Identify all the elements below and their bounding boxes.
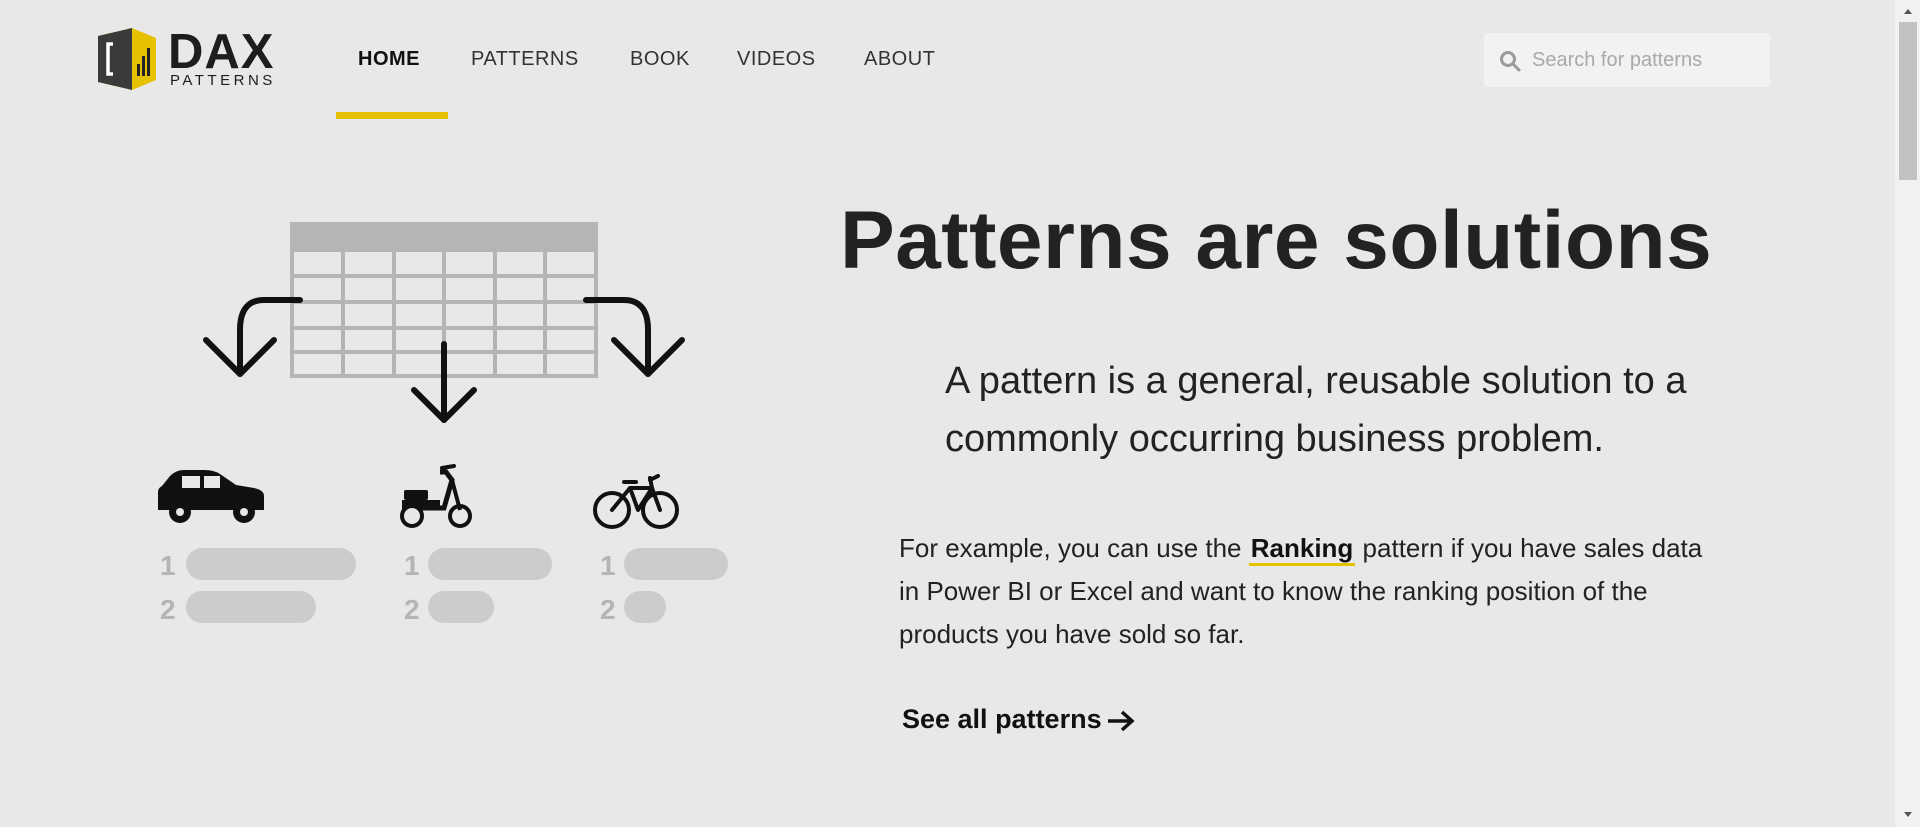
arrow-right-icon: [1107, 710, 1135, 732]
rank-2-label: 2: [160, 594, 176, 625]
search-icon: [1500, 51, 1521, 72]
scroll-down-arrow-icon[interactable]: [1899, 808, 1917, 822]
cta-label: See all patterns: [902, 704, 1102, 734]
ranking-link[interactable]: Ranking: [1248, 533, 1356, 566]
example-paragraph: For example, you can use the Ranking pat…: [899, 527, 1719, 656]
nav-about[interactable]: ABOUT: [864, 48, 935, 71]
see-all-patterns-link[interactable]: See all patterns: [902, 704, 1136, 735]
scroll-up-arrow-icon[interactable]: [1899, 4, 1917, 18]
rank-1-label: 1: [160, 550, 176, 581]
car-icon: [158, 470, 264, 523]
rank-bar: [428, 591, 494, 623]
rank-bar: [428, 548, 552, 580]
rank-bar: [186, 548, 356, 580]
rank-2-label: 2: [600, 594, 616, 625]
logo-cube-icon: [98, 28, 156, 90]
lead-paragraph: A pattern is a general, reusable solutio…: [945, 360, 1687, 460]
nav-book[interactable]: BOOK: [630, 48, 690, 71]
logo-title: DAX: [168, 25, 275, 79]
search-input[interactable]: [1532, 33, 1760, 87]
nav-patterns[interactable]: PATTERNS: [471, 48, 579, 71]
rank-bar: [624, 591, 666, 623]
bicycle-icon: [593, 474, 679, 529]
active-nav-indicator: [336, 112, 448, 119]
rank-1-label: 1: [600, 550, 616, 581]
rank-2-label: 2: [404, 594, 420, 625]
search-box[interactable]: [1484, 33, 1770, 87]
scrollbar-thumb[interactable]: [1899, 22, 1917, 180]
rank-bar: [624, 548, 728, 580]
nav-videos[interactable]: VIDEOS: [737, 48, 816, 71]
ranking-illustration: 1 2 1 2 1 2: [158, 222, 728, 625]
example-text-start: For example, you can use the: [899, 533, 1249, 563]
rank-bar: [186, 591, 316, 623]
dax-patterns-logo[interactable]: DAX PATTERNS: [92, 28, 282, 92]
page-title: Patterns are solutions: [840, 195, 1713, 286]
scooter-icon: [400, 464, 472, 528]
nav-home[interactable]: HOME: [358, 48, 420, 71]
logo-subtitle: PATTERNS: [170, 72, 276, 89]
rank-1-label: 1: [404, 550, 420, 581]
